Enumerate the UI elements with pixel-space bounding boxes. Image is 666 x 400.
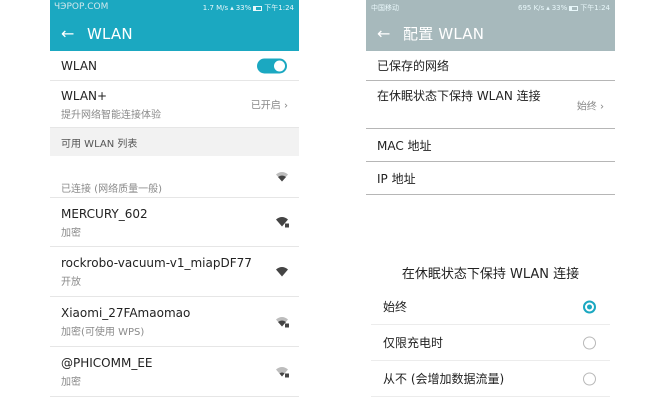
keep-wlan-sleep-item[interactable]: 在休眠状态下保持 WLAN 连接 始终 › [366,81,615,129]
network-status: 加密 [61,377,81,388]
network-speed: 1.7 M/s [202,4,229,12]
signal-icon: ▴ [230,4,234,12]
option-label: 从不 (会增加数据流量) [383,372,505,386]
signal-icon: ▴ [546,4,550,12]
back-arrow-icon[interactable]: ← [61,25,87,42]
carrier-name: 中国移动 [371,4,399,12]
battery-percent: 33% [235,4,252,12]
watermark-text: ЧЭРОР.СОМ [54,2,109,12]
battery-percent: 33% [551,4,568,12]
wlan-plus-row[interactable]: WLAN+ 提升网络智能连接体验 已开启 › [50,81,299,128]
network-name: @PHICOMM_EE [61,356,153,370]
status-bar: ЧЭРОР.СОМ 1.7 M/s ▴ 33% 下午1:24 [50,0,299,16]
network-name [61,163,289,177]
radio-checked-icon[interactable] [583,300,596,313]
option-never[interactable]: 从不 (会增加数据流量) [371,361,610,397]
option-always[interactable]: 始终 [371,289,610,325]
wifi-signal-icon [275,262,289,281]
setting-label: IP 地址 [377,171,416,186]
option-label: 仅限充电时 [383,336,444,350]
network-status: 加密(可使用 WPS) [61,327,145,338]
radio-unchecked-icon[interactable] [583,336,596,349]
back-arrow-icon[interactable]: ← [377,25,403,42]
page-title: 配置 WLAN [403,25,485,43]
setting-label: 在休眠状态下保持 WLAN 连接 [377,89,541,103]
option-charging-only[interactable]: 仅限充电时 [371,325,610,361]
setting-label: MAC 地址 [377,138,432,153]
network-item[interactable]: MERCURY_602 加密 [50,198,299,247]
wlan-label: WLAN [61,58,98,73]
network-name: MERCURY_602 [61,207,148,221]
wifi-signal-locked-icon [275,213,289,232]
network-item-connected[interactable]: 已连接 (网络质量一般) [50,156,299,198]
network-status: 已连接 (网络质量一般) [61,184,162,195]
network-item[interactable]: @PHICOMM_EE 加密 [50,347,299,397]
setting-label: 已保存的网络 [377,59,450,73]
dialog-title: 在休眠状态下保持 WLAN 连接 [401,267,580,282]
network-status: 加密 [61,228,81,239]
network-status: 开放 [61,277,81,288]
sleep-policy-dialog: 在休眠状态下保持 WLAN 连接 始终 仅限充电时 从不 (会增加数据流量) [371,258,610,400]
network-speed: 695 K/s [518,4,545,12]
status-bar: 中国移动 695 K/s ▴ 33% 下午1:24 [366,0,615,16]
setting-value: 始终 › [576,101,604,112]
wlan-settings-screen: ЧЭРОР.СОМ 1.7 M/s ▴ 33% 下午1:24 ← WLAN WL… [50,0,299,400]
wlan-toggle-switch[interactable] [257,58,287,73]
configure-wlan-screen: 中国移动 695 K/s ▴ 33% 下午1:24 ← 配置 WLAN 已保存的… [366,0,615,400]
available-networks-header: 可用 WLAN 列表 [50,128,299,156]
network-item[interactable]: Xiaomi_27FAmaomao 加密(可使用 WPS) [50,297,299,347]
app-bar: ← 配置 WLAN [366,16,615,51]
wlan-plus-status: 已开启 › [250,100,288,112]
clock: 下午1:24 [264,4,294,12]
clock: 下午1:24 [580,4,610,12]
radio-unchecked-icon[interactable] [583,372,596,385]
wifi-signal-locked-icon [275,312,289,331]
page-title: WLAN [87,24,133,43]
app-bar: ← WLAN [50,16,299,51]
network-list: 已连接 (网络质量一般) MERCURY_602 加密 rockrobo-vac… [50,156,299,397]
mac-address-item[interactable]: MAC 地址 [366,129,615,162]
saved-networks-item[interactable]: 已保存的网络 [366,51,615,81]
ip-address-item[interactable]: IP 地址 [366,162,615,195]
option-label: 始终 [383,300,408,314]
network-item[interactable]: rockrobo-vacuum-v1_miapDF77 开放 [50,247,299,297]
network-name: rockrobo-vacuum-v1_miapDF77 [61,256,252,270]
wifi-signal-icon [275,167,289,186]
wlan-toggle-row[interactable]: WLAN [50,51,299,81]
battery-icon [253,5,263,11]
battery-icon [569,5,579,11]
network-name: Xiaomi_27FAmaomao [61,306,191,320]
wifi-signal-locked-icon [275,362,289,381]
